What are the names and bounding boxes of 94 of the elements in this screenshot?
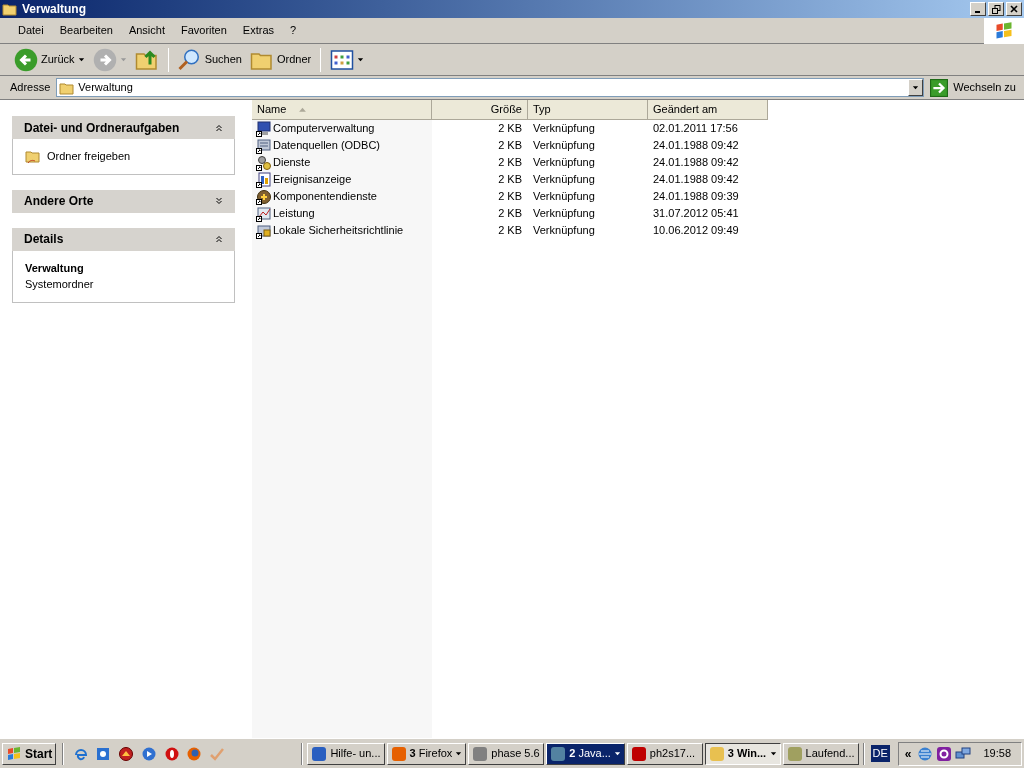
taskbar-button[interactable]: 3 Firefox (386, 742, 467, 765)
file-type: Verknüpfung (532, 172, 596, 188)
file-name[interactable]: Ereignisanzeige (252, 171, 432, 188)
file-size: 2 KB (497, 189, 523, 205)
folder-name: Verwaltung (25, 260, 85, 276)
restore-button[interactable] (988, 2, 1004, 16)
clock: 19:58 (983, 746, 1012, 762)
ring-icon[interactable] (935, 745, 952, 762)
file-type: Verknüpfung (532, 223, 596, 239)
shortcut-icon (256, 205, 272, 222)
file-type: Verknüpfung (532, 155, 596, 171)
file-type: Verknüpfung (532, 121, 596, 137)
address-label: Adresse (10, 80, 52, 96)
o-logo-icon (163, 745, 180, 762)
dropdown-arrow-icon (455, 750, 463, 757)
shortcut-icon (256, 222, 272, 239)
file-size: 2 KB (497, 223, 523, 239)
file-size: 2 KB (497, 155, 523, 171)
file-modified: 24.01.1988 09:42 (652, 172, 740, 188)
menu-item[interactable]: Bearbeiten (51, 20, 121, 41)
menu-item[interactable]: Datei (10, 20, 52, 41)
file-modified: 24.01.1988 09:39 (652, 189, 740, 205)
file-name[interactable]: Leistung (252, 205, 432, 222)
taskbar-button[interactable]: Hilfe- un... (307, 742, 385, 765)
windows-logo-icon (994, 20, 1014, 41)
file-name[interactable]: Lokale Sicherheitsrichtlinie (252, 222, 432, 239)
file-size: 2 KB (497, 121, 523, 137)
file-name[interactable]: Computerverwaltung (252, 120, 432, 137)
restore-icon (991, 4, 1001, 14)
file-modified: 10.06.2012 09:49 (652, 223, 740, 239)
dropdown-arrow-icon (769, 750, 777, 757)
taskbar-button[interactable]: Laufend... (782, 742, 859, 765)
file-size: 2 KB (497, 172, 523, 188)
dropdown-button[interactable] (908, 79, 924, 96)
file-type: Verknüpfung (532, 138, 596, 154)
panel-header[interactable]: Andere Orte (12, 189, 235, 213)
shortcut-icon (256, 154, 272, 171)
windows-logo-icon (6, 745, 22, 762)
dropdown-arrow-icon (77, 56, 85, 63)
file-modified: 31.07.2012 05:41 (652, 206, 740, 222)
search-icon (177, 47, 202, 72)
file-size: 2 KB (497, 206, 523, 222)
address-field[interactable]: Verwaltung (56, 78, 925, 97)
language-indicator[interactable]: DE (870, 745, 890, 762)
file-modified: 24.01.1988 09:42 (652, 155, 740, 171)
dropdown-arrow-icon (912, 84, 920, 91)
folders-button[interactable]: Ordner (247, 45, 314, 74)
minimize-button[interactable] (970, 2, 986, 16)
menu-item[interactable]: ? (282, 20, 305, 41)
panel-header[interactable]: Details (12, 227, 235, 251)
close-icon (1010, 5, 1018, 13)
back-button[interactable]: Zurück (12, 45, 87, 74)
column-header[interactable]: Name (252, 100, 432, 120)
network-computers-icon[interactable] (954, 745, 971, 762)
file-modified: 02.01.2011 17:56 (652, 121, 739, 137)
start-button[interactable]: Start (2, 742, 57, 765)
menu-item[interactable]: Favoriten (173, 20, 235, 41)
taskbar-button[interactable]: 2 Java... (546, 742, 625, 765)
mail-icon (95, 745, 112, 762)
file-name[interactable]: Komponentendienste (252, 188, 432, 205)
file-modified: 24.01.1988 09:42 (652, 138, 740, 154)
folder-type: Systemordner (25, 277, 95, 292)
column-header[interactable]: Typ (528, 100, 648, 120)
go-button[interactable]: Wechseln zu (930, 77, 1016, 98)
go-arrow-icon (930, 78, 949, 97)
column-header[interactable]: Größe (432, 100, 528, 120)
views-grid-icon (330, 47, 355, 72)
play-icon (140, 745, 157, 762)
shortcut-icon (256, 188, 272, 205)
fox-globe-icon (186, 745, 203, 762)
shortcut-icon (256, 137, 272, 154)
shortcut-icon (256, 171, 272, 188)
dropdown-arrow-icon (119, 56, 127, 63)
dropdown-arrow-icon (613, 750, 621, 757)
show-hidden-icons-button[interactable]: « (902, 744, 914, 763)
column-header[interactable]: Geändert am (648, 100, 768, 120)
menu-item[interactable]: Ansicht (120, 20, 173, 41)
folder-icon (25, 148, 41, 165)
file-size: 2 KB (497, 138, 523, 154)
media-circle-icon (118, 745, 135, 762)
search-button[interactable]: Suchen (175, 45, 244, 74)
folder-icon (2, 1, 18, 17)
taskbar-button[interactable]: 3 Win... (704, 742, 781, 765)
panel-header[interactable]: Datei- und Ordneraufgaben (12, 116, 235, 139)
dropdown-arrow-icon (357, 56, 365, 63)
taskbar-button[interactable]: ph2s17... (626, 742, 703, 765)
window-title: Verwaltung (22, 1, 87, 18)
menu-item[interactable]: Extras (234, 20, 283, 41)
file-name[interactable]: Datenquellen (ODBC) (252, 137, 432, 154)
close-button[interactable] (1006, 2, 1022, 16)
file-name[interactable]: Dienste (252, 154, 432, 171)
taskbar-button[interactable]: phase 5.6 (468, 742, 545, 765)
file-type: Verknüpfung (532, 206, 596, 222)
file-type: Verknüpfung (532, 189, 596, 205)
